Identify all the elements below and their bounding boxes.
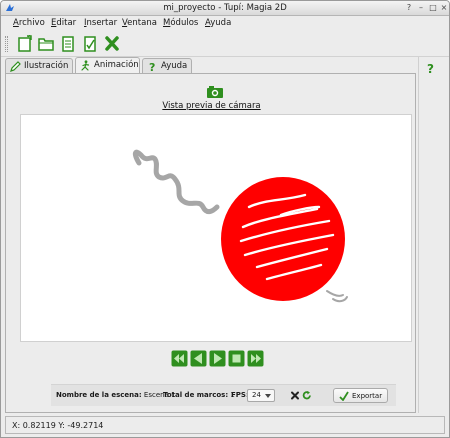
preview-drawing xyxy=(132,149,348,303)
menu-modulos[interactable]: Módulos xyxy=(163,18,198,28)
cursor-coordinates: X: 0.82119 Y: -49.2714 xyxy=(12,421,104,430)
toolbar-grip[interactable] xyxy=(5,36,8,52)
fast-forward-icon[interactable] xyxy=(247,350,264,367)
tab-ilustracion-label: Ilustración xyxy=(24,61,69,71)
menu-editar[interactable]: Editar xyxy=(51,18,76,28)
open-document-icon[interactable] xyxy=(60,35,76,52)
maximize-button[interactable]: □ xyxy=(428,3,438,13)
rewind-icon[interactable] xyxy=(171,350,188,367)
module-tabs: Ilustración Animación ? Ayuda xyxy=(1,57,449,74)
red-ball xyxy=(221,177,345,301)
scene-name-group: Nombre de la escena: Escena 1 xyxy=(56,391,176,399)
pencil-icon xyxy=(10,61,21,72)
running-figure-icon xyxy=(81,60,90,71)
playback-controls xyxy=(166,350,266,368)
tab-animacion[interactable]: Animación xyxy=(75,57,140,74)
camera-preview-label[interactable]: Vista previa de cámara xyxy=(6,101,417,111)
minimize-button[interactable]: – xyxy=(416,3,426,13)
question-icon: ? xyxy=(149,61,155,72)
menu-bar: Archivo Editar Insertar Ventana Módulos … xyxy=(1,16,449,31)
status-bar: X: 0.82119 Y: -49.2714 xyxy=(5,416,445,434)
chevron-down-icon xyxy=(265,394,271,398)
scene-info-bar: Nombre de la escena: Escena 1 Total de m… xyxy=(51,384,396,406)
tab-ayuda-label: Ayuda xyxy=(161,61,188,71)
close-icon[interactable] xyxy=(290,390,300,401)
menu-ayuda[interactable]: Ayuda xyxy=(205,18,231,28)
export-button[interactable]: Exportar xyxy=(333,388,388,403)
ball-shadow-stroke xyxy=(326,290,348,303)
new-project-icon[interactable] xyxy=(17,35,33,52)
camera-preview-canvas[interactable] xyxy=(20,114,412,342)
menu-ventana[interactable]: Ventana xyxy=(122,18,157,28)
menu-insertar[interactable]: Insertar xyxy=(84,18,117,28)
help-window-button[interactable]: ? xyxy=(404,3,414,13)
close-window-button[interactable]: × xyxy=(439,3,449,13)
camera-icon xyxy=(207,86,223,98)
fps-value: 24 xyxy=(252,391,261,399)
fps-select[interactable]: 24 xyxy=(247,389,275,402)
scene-name-label: Nombre de la escena: xyxy=(56,391,142,399)
export-icon xyxy=(339,391,349,401)
play-icon[interactable] xyxy=(209,350,226,367)
play-back-icon[interactable] xyxy=(190,350,207,367)
animation-panel: Vista previa de cámara Nombre de la esce… xyxy=(5,73,416,413)
gray-squiggle-stroke xyxy=(132,149,220,215)
open-folder-icon[interactable] xyxy=(38,35,54,52)
tab-ilustracion[interactable]: Ilustración xyxy=(5,58,73,74)
main-toolbar xyxy=(1,31,449,57)
stop-icon[interactable] xyxy=(228,350,245,367)
save-document-icon[interactable] xyxy=(82,35,98,52)
export-button-label: Exportar xyxy=(352,392,383,400)
window-title: mi_proyecto - Tupí: Magia 2D xyxy=(163,3,287,13)
frames-group: Total de marcos: 1 xyxy=(163,391,235,399)
refresh-icon[interactable] xyxy=(302,390,312,401)
frames-label: Total de marcos: xyxy=(163,391,229,399)
title-bar[interactable]: mi_proyecto - Tupí: Magia 2D ? – □ × xyxy=(1,1,449,16)
svg-text:?: ? xyxy=(149,61,155,72)
tab-ayuda[interactable]: ? Ayuda xyxy=(142,58,192,74)
right-dock: ? xyxy=(418,57,449,413)
menu-archivo[interactable]: Archivo xyxy=(13,18,45,28)
tab-animacion-label: Animación xyxy=(94,60,139,70)
app-window: mi_proyecto - Tupí: Magia 2D ? – □ × Arc… xyxy=(0,0,450,438)
close-project-icon[interactable] xyxy=(104,35,120,52)
help-dock-icon[interactable]: ? xyxy=(427,62,434,76)
